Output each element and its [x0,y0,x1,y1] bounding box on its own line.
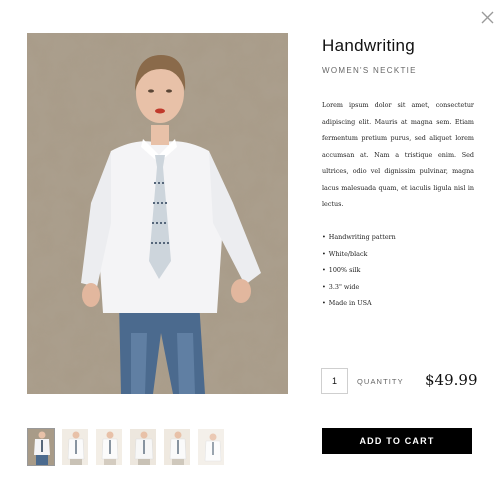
thumbnail[interactable] [61,428,89,466]
close-icon [481,11,494,24]
product-description: Lorem ipsum dolor sit amet, consectetur … [322,101,474,208]
thumbnail[interactable] [27,428,55,466]
feature-item: Handwriting pattern [322,229,396,246]
thumbnail[interactable] [95,428,123,466]
close-button[interactable] [476,6,498,28]
thumbnail[interactable] [129,428,157,466]
thumbnail-strip [27,428,225,466]
product-price: $49.99 [425,371,478,389]
product-subtitle: WOMEN'S NECKTIE [322,66,417,75]
product-title: Handwriting [322,36,416,55]
feature-item: 3.3" wide [322,279,396,296]
feature-item: White/black [322,246,396,263]
quantity-input[interactable]: 1 [321,368,348,394]
feature-item: 100% silk [322,262,396,279]
add-to-cart-button[interactable]: ADD TO CART [322,428,472,454]
feature-list: Handwriting pattern White/black 100% sil… [322,229,396,312]
thumbnail[interactable] [197,428,225,466]
quantity-label: QUANTITY [357,377,404,386]
thumbnail[interactable] [163,428,191,466]
product-main-image [27,33,288,394]
feature-item: Made in USA [322,295,396,312]
